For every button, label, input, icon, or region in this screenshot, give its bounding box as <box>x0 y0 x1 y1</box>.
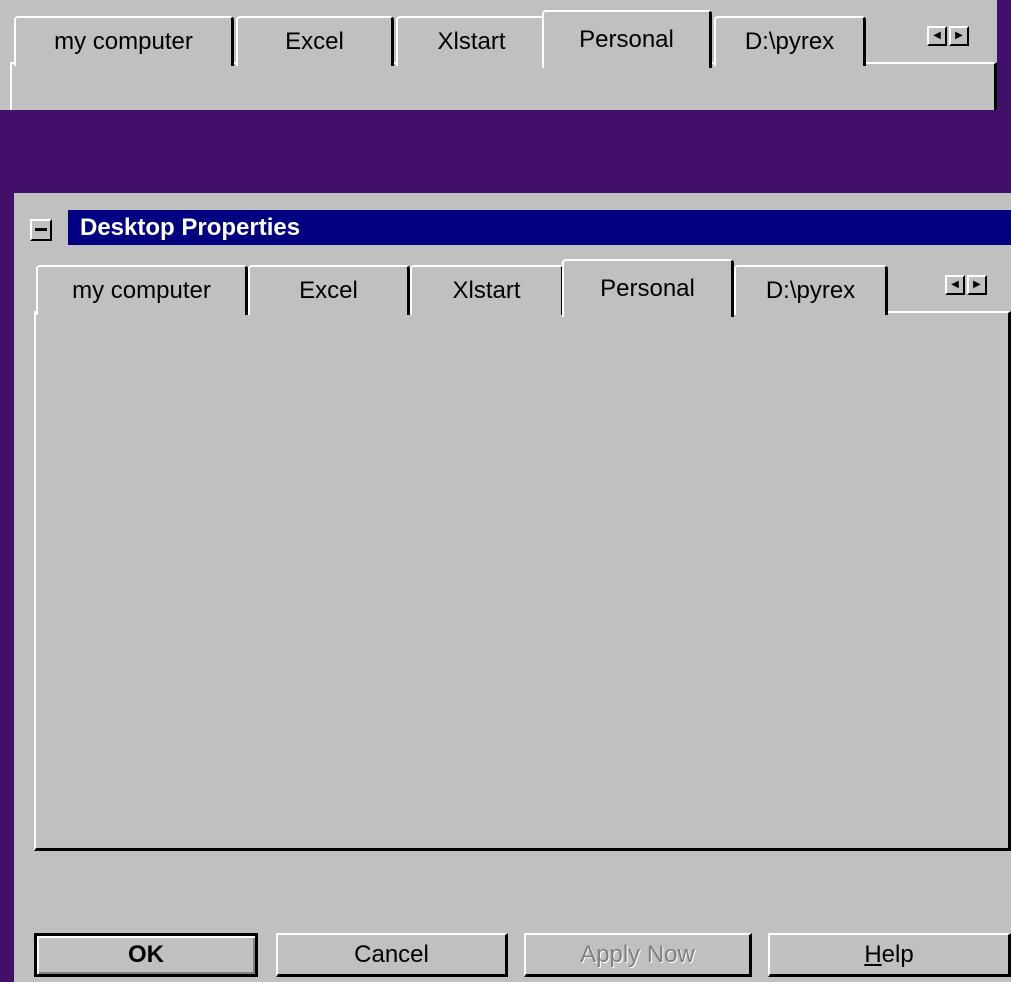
title-bar-fill: Desktop Properties <box>68 210 1011 245</box>
help-button-label: Help <box>864 941 913 969</box>
top-tab-label: Excel <box>285 28 344 55</box>
apply-now-button[interactable]: Apply Now <box>524 933 752 977</box>
apply-now-button-label: Apply Now <box>580 940 695 968</box>
help-button[interactable]: Help <box>768 933 1011 977</box>
top-tab-label: D:\pyrex <box>744 28 835 55</box>
tab-scroll-arrows: ◀ ▶ <box>945 275 987 297</box>
ok-button[interactable]: OK <box>34 933 258 977</box>
tab-pyrex[interactable]: D:\pyrex <box>734 265 888 315</box>
tab-label: D:\pyrex <box>765 277 856 304</box>
top-tab-label: Personal <box>579 26 674 53</box>
right-arrow-icon[interactable]: ▶ <box>949 26 969 46</box>
tab-xlstart[interactable]: Xlstart <box>410 265 564 315</box>
top-tab-label: Xlstart <box>437 28 506 55</box>
top-tab-label: my computer <box>54 28 193 55</box>
tab-label: Excel <box>299 277 358 304</box>
top-tab-excel[interactable]: Excel <box>236 16 394 66</box>
cancel-button[interactable]: Cancel <box>276 933 508 977</box>
top-tab-pyrex[interactable]: D:\pyrex <box>714 16 866 66</box>
desktop-properties-dialog: Desktop Properties my computer Excel Xls… <box>14 193 1011 982</box>
tab-my-computer[interactable]: my computer <box>36 265 248 315</box>
top-tab-xlstart[interactable]: Xlstart <box>396 16 548 66</box>
top-tab-strip-panel: my computer Excel Xlstart Personal D:\py… <box>0 0 997 110</box>
title-bar: Desktop Properties <box>14 193 1011 245</box>
help-label-rest: elp <box>881 940 914 968</box>
ok-button-label: OK <box>128 941 164 968</box>
tab-content-area <box>34 311 1011 851</box>
tab-excel[interactable]: Excel <box>248 265 410 315</box>
right-arrow-icon[interactable]: ▶ <box>967 275 987 295</box>
top-tab-personal[interactable]: Personal <box>542 10 712 68</box>
top-tab-scroll-arrows: ◀ ▶ <box>927 26 969 48</box>
left-arrow-icon[interactable]: ◀ <box>927 26 947 46</box>
left-arrow-icon[interactable]: ◀ <box>945 275 965 295</box>
tab-label: Personal <box>600 275 695 302</box>
top-tab-content-area <box>10 62 997 110</box>
window-title: Desktop Properties <box>80 214 301 241</box>
help-mnemonic: H <box>864 940 882 968</box>
tab-personal[interactable]: Personal <box>562 259 734 317</box>
tab-label: Xlstart <box>452 277 521 304</box>
tab-label: my computer <box>72 277 211 304</box>
cancel-button-label: Cancel <box>354 940 429 968</box>
system-menu-icon[interactable] <box>30 219 52 241</box>
top-tab-my-computer[interactable]: my computer <box>14 16 234 66</box>
